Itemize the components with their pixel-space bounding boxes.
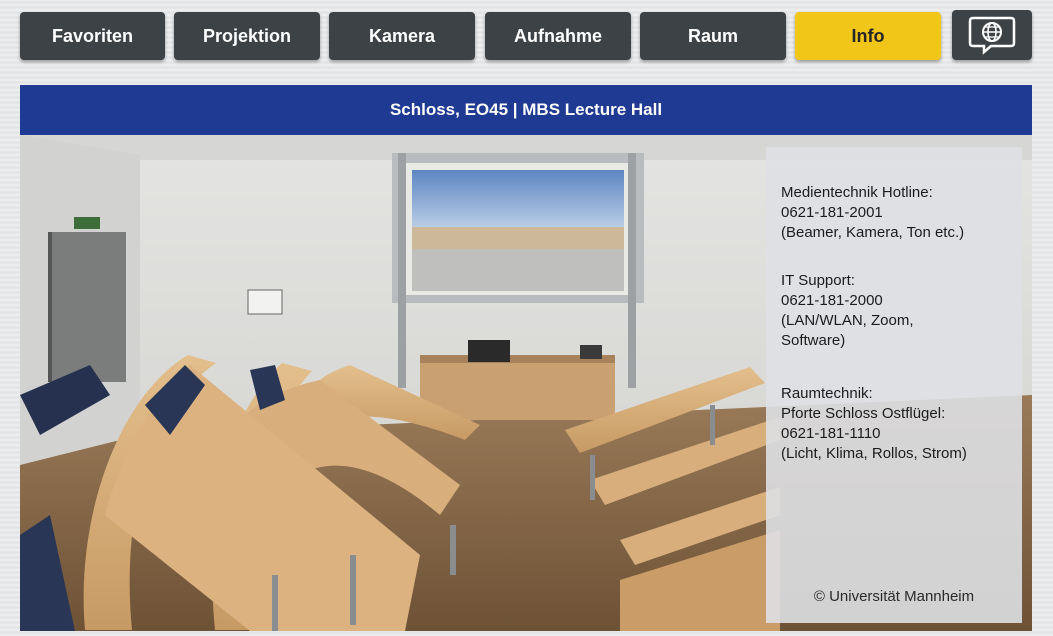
room-tech-note: (Licht, Klima, Rollos, Strom) <box>781 445 967 462</box>
tab-info[interactable]: Info <box>795 12 941 60</box>
tab-aufnahme[interactable]: Aufnahme <box>485 12 631 60</box>
room-tech-heading: Raumtechnik: <box>781 385 873 402</box>
tab-raum[interactable]: Raum <box>640 12 786 60</box>
globe-speech-bubble-icon <box>968 16 1016 55</box>
room-tech-phone: 0621-181-1110 <box>781 425 881 442</box>
tab-favoriten[interactable]: Favoriten <box>20 12 165 60</box>
room-tech-block: Raumtechnik: Pforte Schloss Ostflügel: 0… <box>781 384 1021 464</box>
tab-projektion[interactable]: Projektion <box>174 12 320 60</box>
copyright-notice: © Universität Mannheim <box>813 588 975 605</box>
media-hotline-phone: 0621-181-2001 <box>781 204 883 221</box>
room-tech-contact: Pforte Schloss Ostflügel: <box>781 405 946 422</box>
media-hotline-block: Medientechnik Hotline: 0621-181-2001 (Be… <box>781 183 1021 243</box>
it-support-note-1: (LAN/WLAN, Zoom, <box>781 312 914 329</box>
it-support-phone: 0621-181-2000 <box>781 292 883 309</box>
it-support-note-2: Software) <box>781 332 846 349</box>
room-title: Schloss, EO45 | MBS Lecture Hall <box>389 100 663 119</box>
top-navigation: Favoriten Projektion Kamera Aufnahme Rau… <box>20 10 1032 61</box>
it-support-block: IT Support: 0621-181-2000 (LAN/WLAN, Zoo… <box>781 271 1021 351</box>
tab-kamera[interactable]: Kamera <box>329 12 475 60</box>
it-support-heading: IT Support: <box>781 272 855 289</box>
media-hotline-note: (Beamer, Kamera, Ton etc.) <box>781 224 965 241</box>
media-hotline-heading: Medientechnik Hotline: <box>781 184 933 201</box>
room-title-bar: Schloss, EO45 | MBS Lecture Hall <box>20 85 1032 135</box>
contact-info-panel: Medientechnik Hotline: 0621-181-2001 (Be… <box>766 147 1022 623</box>
language-button[interactable] <box>952 10 1032 60</box>
